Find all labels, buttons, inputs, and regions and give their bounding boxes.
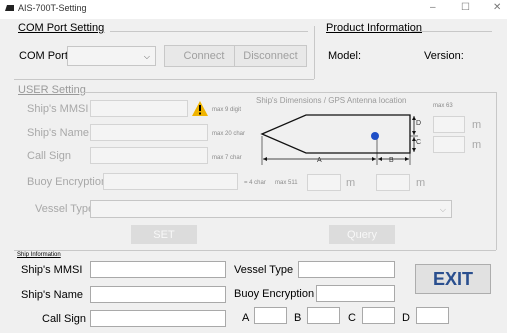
info-mmsi-field xyxy=(90,261,226,278)
set-button[interactable]: SET xyxy=(131,225,197,244)
max-511-label: max 511 xyxy=(275,180,298,186)
info-b-field xyxy=(307,307,340,324)
info-c-field xyxy=(362,307,395,324)
info-b-label: B xyxy=(294,312,302,324)
dim-c-label: C xyxy=(416,139,422,146)
minimize-button[interactable]: – xyxy=(430,2,436,13)
mmsi-input[interactable] xyxy=(90,100,188,117)
window-title: AIS-700T-Setting xyxy=(18,3,87,13)
dim-b-input[interactable] xyxy=(376,174,410,191)
divider xyxy=(110,31,308,32)
com-port-label: COM Port xyxy=(19,50,68,62)
info-d-label: D xyxy=(402,312,410,324)
info-a-field xyxy=(254,307,287,324)
divider xyxy=(14,79,314,80)
exit-button[interactable]: EXIT xyxy=(415,264,491,294)
divider xyxy=(82,92,496,93)
call-sign-label: Call Sign xyxy=(27,150,72,162)
info-d-field xyxy=(416,307,449,324)
info-mmsi-label: Ship's MMSI xyxy=(21,264,83,276)
dim-c-unit: m xyxy=(472,139,482,151)
warning-icon xyxy=(192,101,208,116)
dim-d-unit: m xyxy=(472,119,482,131)
app-icon xyxy=(5,5,14,11)
dim-c-input[interactable] xyxy=(433,136,465,153)
mmsi-hint: max 9 digit xyxy=(212,107,242,113)
com-port-group-title: COM Port Setting xyxy=(18,22,105,34)
vessel-type-label: Vessel Type xyxy=(35,203,95,215)
info-call-sign-label: Call Sign xyxy=(42,313,87,325)
product-group-title: Product Information xyxy=(326,22,422,34)
close-button[interactable]: ✕ xyxy=(493,2,501,13)
ship-name-input[interactable] xyxy=(90,124,208,141)
info-call-sign-field xyxy=(90,310,226,327)
info-buoy-encryption-field xyxy=(316,285,395,302)
buoy-encryption-hint: = 4 char xyxy=(244,180,266,186)
info-c-label: C xyxy=(348,312,356,324)
mmsi-label: Ship's MMSI xyxy=(27,103,89,115)
divider xyxy=(314,26,315,79)
call-sign-hint: max 7 char xyxy=(212,155,242,161)
info-buoy-encryption-label: Buoy Encryption xyxy=(234,288,315,300)
call-sign-input[interactable] xyxy=(90,147,208,164)
info-a-label: A xyxy=(242,312,250,324)
dim-b-unit: m xyxy=(416,177,426,189)
user-setting-group-title: USER Setting xyxy=(18,84,86,96)
max-63-label: max 63 xyxy=(433,103,453,109)
dim-d-input[interactable] xyxy=(433,116,465,133)
model-label: Model: xyxy=(328,50,362,62)
maximize-button[interactable]: ☐ xyxy=(461,2,470,13)
info-name-field xyxy=(90,286,226,303)
divider xyxy=(496,92,497,250)
chevron-down-icon: ⌵ xyxy=(439,205,446,214)
ship-name-hint: max 20 char xyxy=(212,131,246,137)
buoy-encryption-input[interactable] xyxy=(103,173,238,190)
dim-a-unit: m xyxy=(346,177,356,189)
divider xyxy=(14,250,496,251)
dim-d-label: D xyxy=(416,120,422,127)
vessel-type-select[interactable]: ⌵ xyxy=(90,200,452,218)
info-vessel-type-field xyxy=(298,261,395,278)
chevron-down-icon: ⌵ xyxy=(143,52,150,61)
ship-info-group-title: Ship Information xyxy=(17,252,61,258)
dim-a-input[interactable] xyxy=(307,174,341,191)
dim-b-label: B xyxy=(389,157,394,164)
com-port-select[interactable]: ⌵ xyxy=(67,46,156,66)
dimensions-title: Ship's Dimensions / GPS Antenna location xyxy=(256,96,407,105)
version-label: Version: xyxy=(424,50,464,62)
ship-dimensions-diagram xyxy=(260,114,418,165)
disconnect-button[interactable]: Disconnect xyxy=(234,45,307,67)
connect-button[interactable]: Connect xyxy=(164,45,244,67)
divider xyxy=(412,31,492,32)
info-name-label: Ship's Name xyxy=(21,289,84,301)
info-vessel-type-label: Vessel Type xyxy=(234,264,294,276)
buoy-encryption-label: Buoy Encryption xyxy=(27,176,108,188)
query-button[interactable]: Query xyxy=(329,225,395,244)
dim-a-label: A xyxy=(317,157,322,164)
ship-name-label: Ship's Name xyxy=(27,127,90,139)
